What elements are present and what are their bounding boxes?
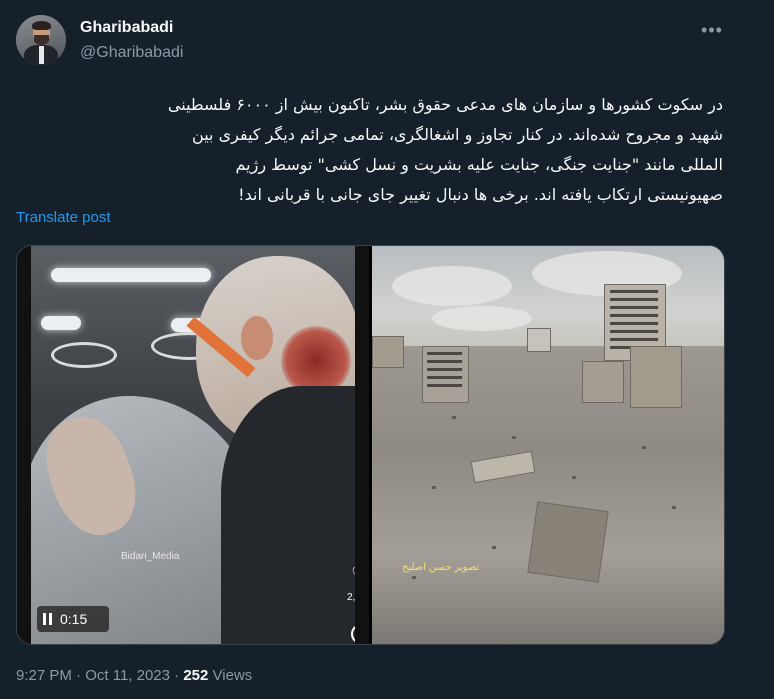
more-options-icon[interactable]: ••• [700, 18, 724, 42]
post-date[interactable]: Oct 11, 2023 [85, 667, 170, 684]
avatar[interactable] [16, 15, 66, 65]
separator: · [76, 667, 82, 684]
author-display-name[interactable]: Gharibabadi [80, 19, 173, 37]
separator: · [174, 667, 180, 684]
post-metadata: 9:27 PM · Oct 11, 2023 · 252 Views [16, 667, 252, 684]
video-controls[interactable]: 0:15 [37, 606, 109, 632]
heart-icon: ♡ [351, 562, 355, 587]
like-count: 2,8 [347, 592, 355, 603]
views-label: Views [212, 667, 253, 684]
rubble-photo[interactable]: تصویر حسن اصلیح [372, 246, 724, 644]
tweet: Gharibabadi @Gharibabadi ••• در سکوت کشو… [0, 0, 774, 699]
post-text-line: در سکوت کشورها و سازمان های مدعی حقوق بش… [167, 95, 723, 114]
video-time: 0:15 [60, 611, 88, 627]
pause-icon[interactable] [43, 613, 52, 625]
post-text-line: شهید و مجروح شده‌اند. در کنار تجاوز و اش… [192, 125, 723, 144]
video-player[interactable]: Bidari_Media ♡ 2,8 0:15 [17, 246, 369, 644]
media-grid: Bidari_Media ♡ 2,8 0:15 [16, 245, 725, 645]
photo-caption: تصویر حسن اصلیح [402, 562, 480, 573]
video-watermark: Bidari_Media [121, 551, 180, 562]
post-text-line: صهیونیستی ارتکاب یافته اند. برخی ها دنبا… [238, 185, 723, 204]
post-text: در سکوت کشورها و سازمان های مدعی حقوق بش… [16, 90, 723, 210]
video-frame: Bidari_Media ♡ 2,8 [31, 246, 355, 644]
translate-post-link[interactable]: Translate post [16, 209, 111, 226]
post-time[interactable]: 9:27 PM [16, 667, 72, 684]
view-count: 252 [183, 667, 209, 684]
author-handle[interactable]: @Gharibabadi [80, 44, 183, 62]
post-text-line: المللی مانند "جنایت جنگی، جنایت علیه بشر… [235, 155, 724, 174]
